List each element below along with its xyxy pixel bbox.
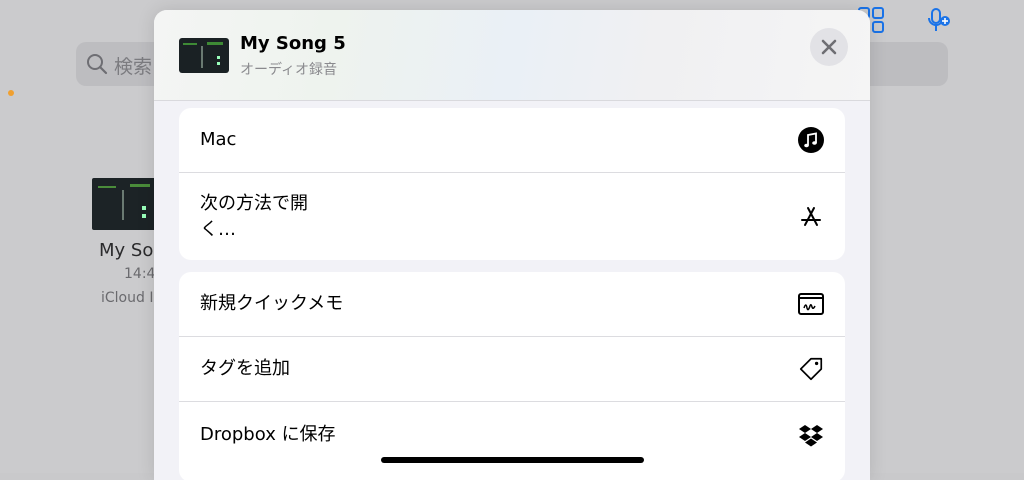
xmark-icon xyxy=(821,39,837,55)
open-in-group: Mac 次の方法で開く… xyxy=(179,108,845,260)
home-indicator[interactable] xyxy=(381,457,644,463)
app-store-icon xyxy=(797,203,825,231)
tag-icon xyxy=(797,355,825,383)
action-quick-note-label: 新規クイックメモ xyxy=(200,293,344,315)
quick-note-icon xyxy=(797,290,825,318)
action-quick-note[interactable]: 新規クイックメモ xyxy=(179,272,845,336)
action-add-tag[interactable]: タグを追加 xyxy=(179,336,845,401)
action-mac[interactable]: Mac xyxy=(179,108,845,172)
share-sheet: My Song 5 オーディオ録音 Mac 次の方法で開く… 新規クイックメモ … xyxy=(154,10,870,480)
action-mac-label: Mac xyxy=(200,129,237,151)
status-dot xyxy=(8,90,14,96)
actions-group: 新規クイックメモ タグを追加 Dropbox に保存 xyxy=(179,272,845,480)
search-placeholder: 検索 xyxy=(114,56,153,78)
action-open-in-label: 次の方法で開く… xyxy=(200,193,308,240)
share-sheet-header: My Song 5 オーディオ録音 xyxy=(154,10,870,101)
search-icon xyxy=(87,54,108,75)
action-save-to-dropbox-label: Dropbox に保存 xyxy=(200,423,336,445)
document-subtitle: オーディオ録音 xyxy=(240,62,338,78)
action-open-in[interactable]: 次の方法で開く… xyxy=(179,172,845,260)
dropbox-icon xyxy=(797,421,825,449)
file-name: My So xyxy=(99,240,154,261)
close-button[interactable] xyxy=(810,28,848,66)
document-title: My Song 5 xyxy=(240,33,346,54)
document-thumbnail xyxy=(179,38,229,73)
file-thumbnail[interactable] xyxy=(92,178,158,230)
file-time: 14:4 xyxy=(124,266,156,282)
action-add-tag-label: タグを追加 xyxy=(200,358,290,380)
file-location: iCloud I xyxy=(101,290,154,306)
microphone-add-icon[interactable] xyxy=(924,6,952,34)
music-note-circle-icon xyxy=(797,126,825,154)
